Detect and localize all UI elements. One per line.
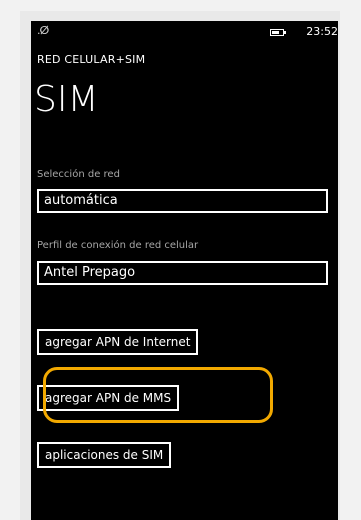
connection-profile-label: Perfil de conexión de red celular bbox=[37, 240, 199, 251]
sim-apps-button[interactable]: aplicaciones de SIM bbox=[37, 442, 172, 468]
status-time: 23:52 bbox=[306, 25, 338, 38]
page-title: SIM bbox=[34, 79, 99, 120]
connection-profile-field[interactable]: Antel Prepago bbox=[37, 261, 328, 285]
highlight-annotation bbox=[43, 367, 273, 423]
add-internet-apn-button[interactable]: agregar APN de Internet bbox=[37, 329, 199, 355]
app-title: RED CELULAR+SIM bbox=[37, 53, 146, 66]
phone-screen: .ⵁ 23:52 RED CELULAR+SIM SIM Selección d… bbox=[31, 21, 338, 520]
signal-strength-icon: .ⵁ bbox=[37, 24, 49, 37]
battery-icon bbox=[270, 29, 286, 36]
network-selection-label: Selección de red bbox=[37, 169, 120, 180]
status-bar: .ⵁ 23:52 bbox=[31, 21, 338, 45]
network-selection-field[interactable]: automática bbox=[37, 189, 328, 213]
